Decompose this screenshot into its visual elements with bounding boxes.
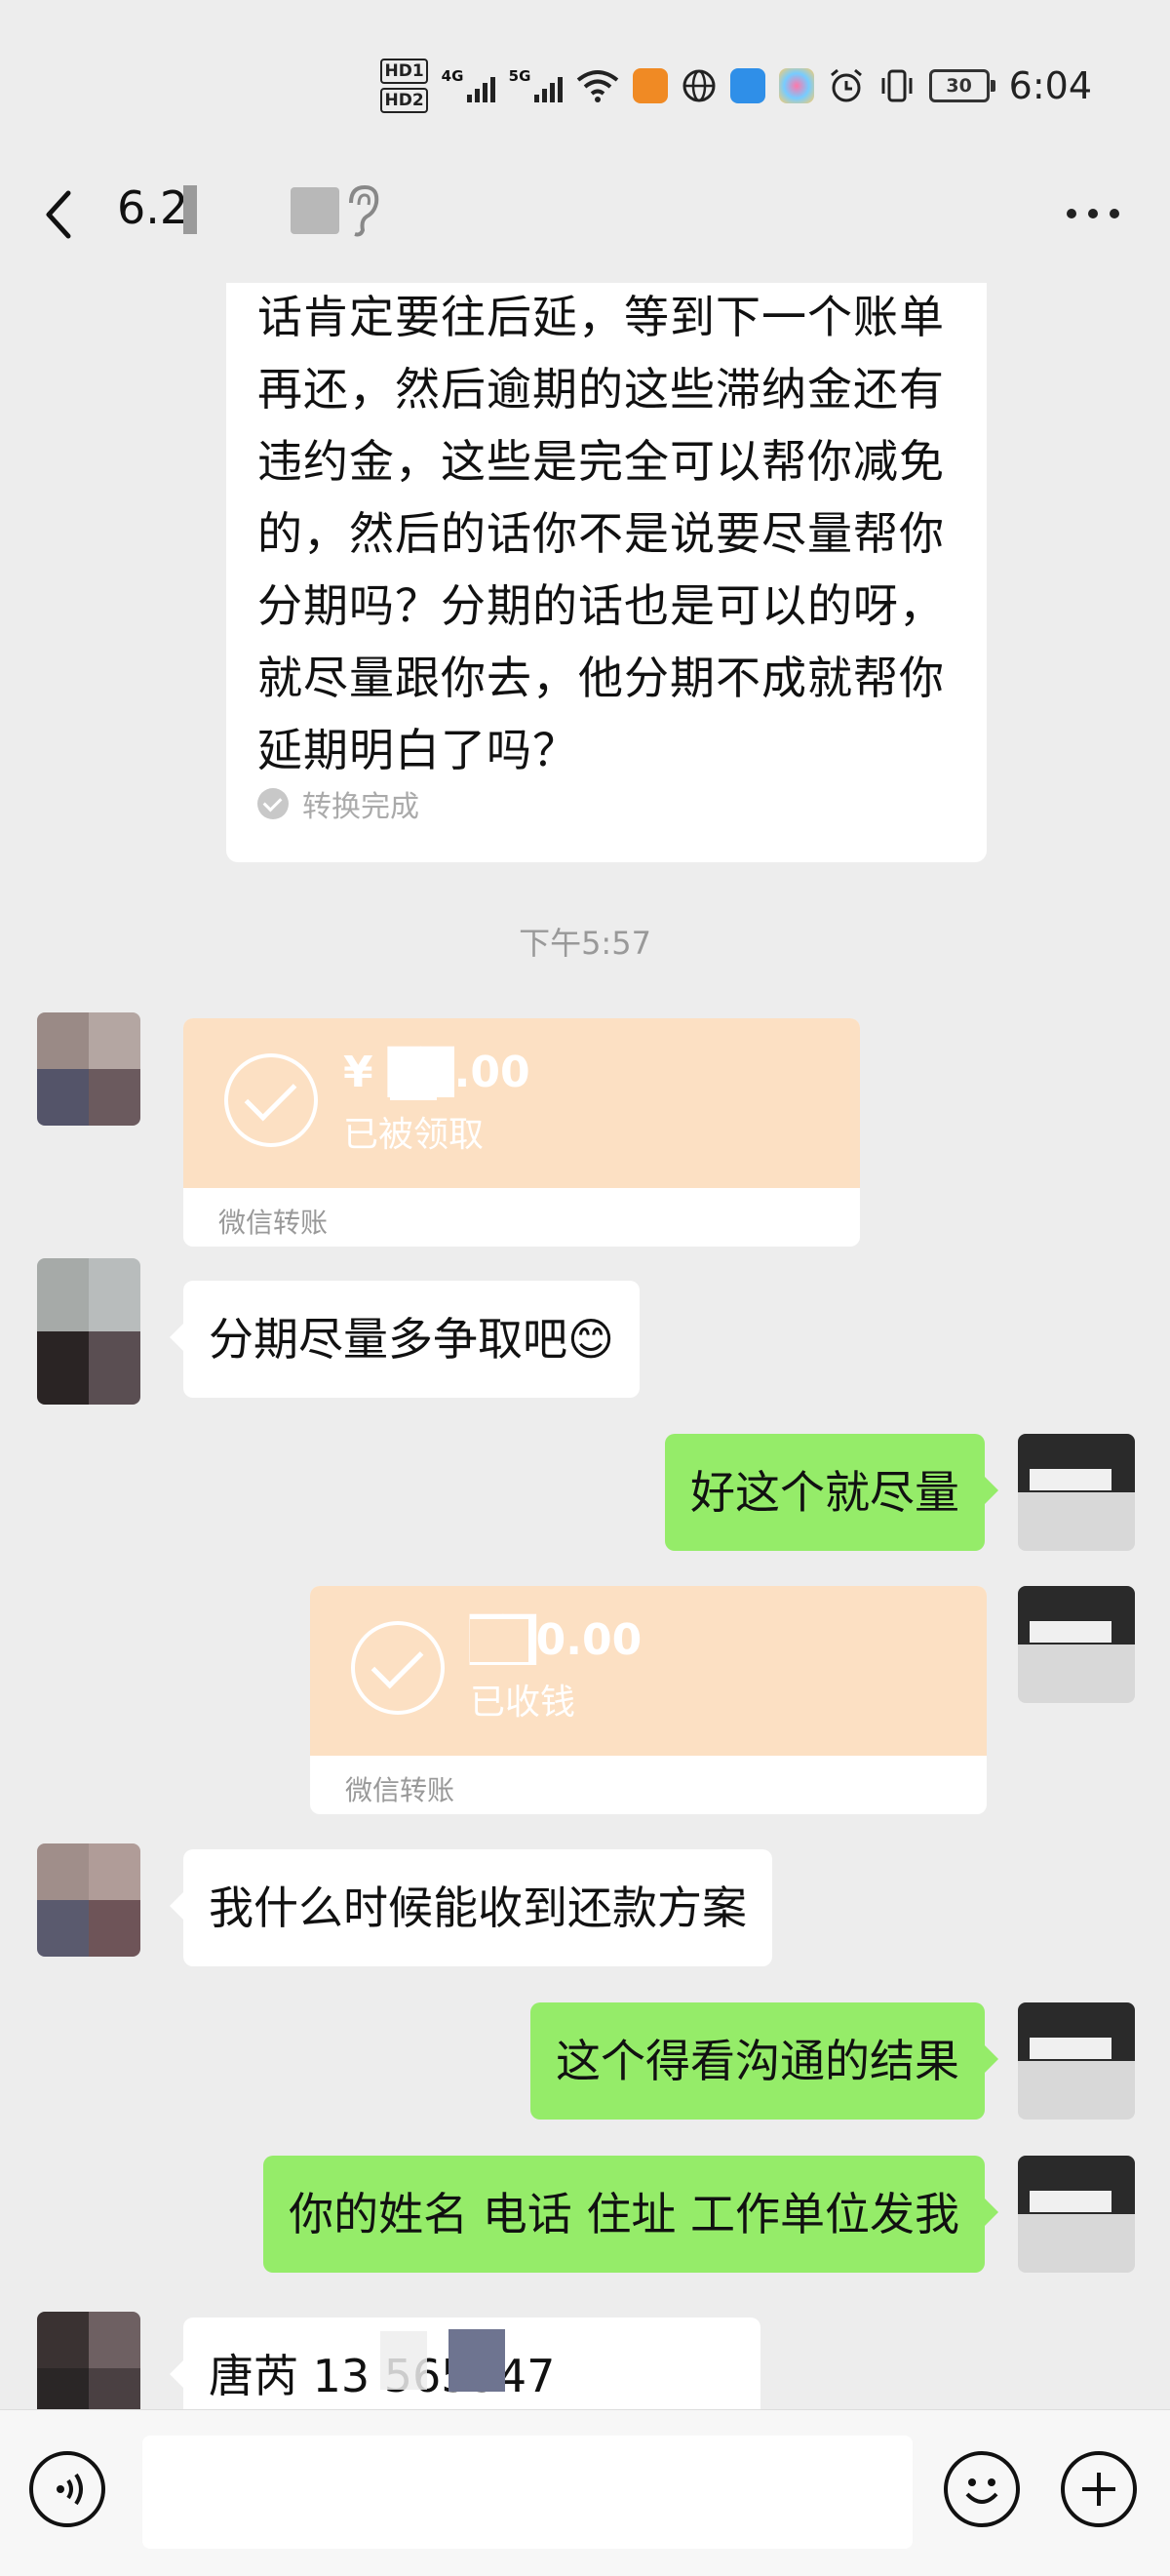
signal-5g-icon: 5G <box>509 67 563 102</box>
check-circle-icon <box>224 1053 318 1147</box>
user-avatar[interactable] <box>1018 1434 1135 1551</box>
chat-title: 6.2 <box>117 181 189 234</box>
amount-redaction <box>470 1619 528 1662</box>
clock: 6:04 <box>1008 64 1092 107</box>
signal-4g-icon: 4G <box>442 67 495 102</box>
chat-header: 6.2 <box>0 166 1170 283</box>
check-circle-icon <box>257 788 289 819</box>
user-avatar[interactable] <box>1018 2156 1135 2273</box>
message-bubble-incoming[interactable]: 我什么时候能收到还款方案 <box>170 1849 772 1966</box>
user-avatar[interactable] <box>1018 1586 1135 1703</box>
more-options-icon[interactable] <box>1067 209 1119 218</box>
transfer-status: 已被领取 <box>343 1115 485 1155</box>
phone-redaction <box>380 2331 427 2390</box>
globe-icon <box>682 69 716 102</box>
conversion-status: 转换完成 <box>257 782 419 825</box>
emoji-icon[interactable] <box>944 2451 1020 2527</box>
plus-icon[interactable] <box>1061 2451 1137 2527</box>
battery-icon: 30 <box>928 69 995 102</box>
alarm-icon <box>830 68 862 102</box>
transfer-label: 微信转账 <box>218 1207 329 1239</box>
earpiece-mode-icon <box>349 184 379 237</box>
uc-browser-icon <box>632 68 668 103</box>
back-arrow-icon[interactable] <box>39 185 78 244</box>
message-bubble-outgoing[interactable]: 你的姓名 电话 住址 工作单位发我 <box>263 2156 998 2273</box>
transfer-card-received[interactable]: ¥ ██.00 已被领取 微信转账 <box>183 1018 860 1247</box>
status-bar: HD1 HD2 4G 5G 30 6:04 <box>0 0 1170 166</box>
hd-indicator: HD1 HD2 <box>380 57 428 115</box>
message-bubble-incoming[interactable]: 分期尽量多争取吧😊 <box>170 1281 640 1398</box>
chat-message-list[interactable]: 话肯定要往后延，等到下一个账单再还，然后逾期的这些滞纳金还有违约金，这些是完全可… <box>0 283 1170 2409</box>
contact-avatar[interactable] <box>37 1012 140 1126</box>
title-redaction-2 <box>291 187 339 234</box>
contact-avatar[interactable] <box>37 1843 140 1957</box>
gallery-app-icon <box>778 68 814 103</box>
message-timestamp: 下午5:57 <box>519 925 651 962</box>
message-bubble-outgoing[interactable]: 这个得看沟通的结果 <box>530 2002 998 2120</box>
transfer-status: 已收钱 <box>470 1683 576 1723</box>
hd2-label: HD2 <box>380 88 428 113</box>
vibrate-icon <box>881 69 913 102</box>
contact-avatar[interactable] <box>37 2312 140 2409</box>
conversion-status-label: 转换完成 <box>302 790 419 824</box>
voice-input-icon[interactable] <box>29 2451 105 2527</box>
wifi-icon <box>576 70 618 102</box>
voice-transcript-bubble[interactable]: 话肯定要往后延，等到下一个账单再还，然后逾期的这些滞纳金还有违约金，这些是完全可… <box>226 283 987 862</box>
user-avatar[interactable] <box>1018 2002 1135 2120</box>
message-bubble-outgoing[interactable]: 好这个就尽量 <box>665 1434 998 1551</box>
message-app-icon <box>729 68 765 103</box>
message-input[interactable] <box>142 2436 913 2549</box>
transfer-card-sent[interactable]: ██0.00 已收钱 微信转账 <box>310 1586 987 1814</box>
contact-avatar[interactable] <box>37 1258 140 1405</box>
phone-redaction <box>448 2329 505 2392</box>
amount-redaction <box>390 1057 437 1100</box>
transfer-label: 微信转账 <box>345 1774 455 1806</box>
hd1-label: HD1 <box>380 59 428 84</box>
title-redaction <box>183 185 197 234</box>
check-circle-icon <box>351 1621 445 1715</box>
input-bar <box>0 2409 1170 2576</box>
voice-transcript-text: 话肯定要往后延，等到下一个账单再还，然后逾期的这些滞纳金还有违约金，这些是完全可… <box>257 291 945 776</box>
